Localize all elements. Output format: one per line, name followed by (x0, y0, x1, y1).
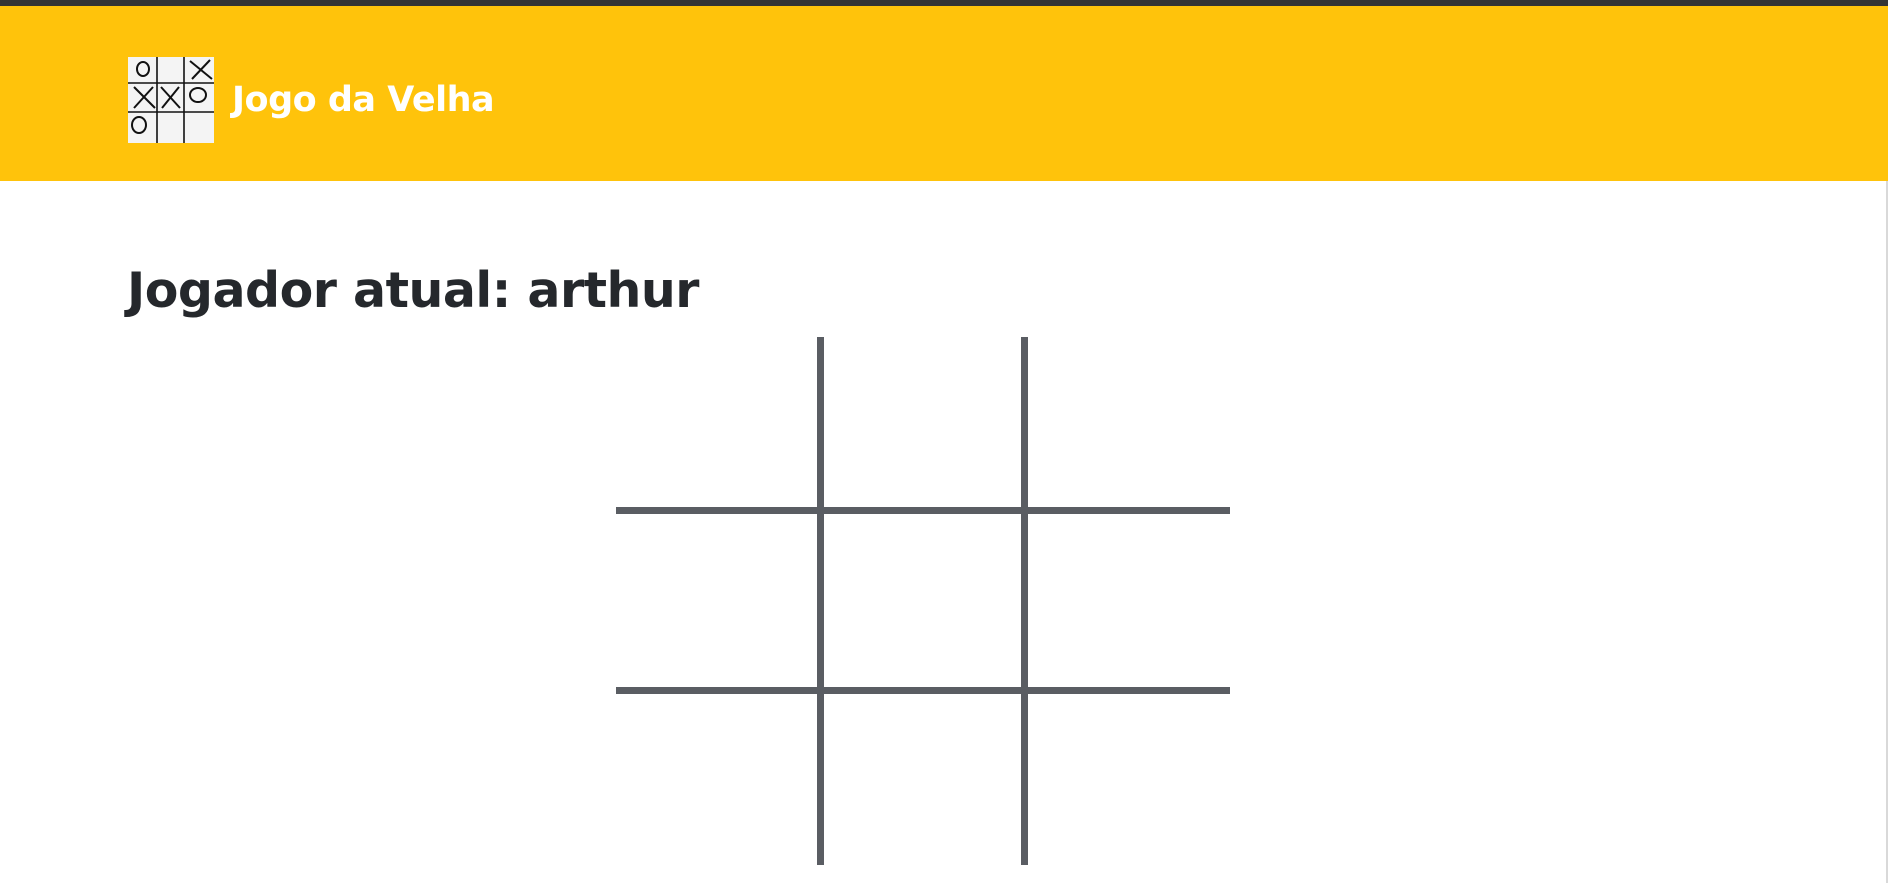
board-cell-8[interactable] (1028, 694, 1230, 865)
board-cell-3[interactable] (616, 514, 817, 687)
board-cell-0[interactable] (616, 337, 817, 507)
board-cell-2[interactable] (1028, 337, 1230, 507)
app-title: Jogo da Velha (232, 80, 495, 120)
board-line-vertical-right (1021, 337, 1028, 865)
brand[interactable]: Jogo da Velha (128, 57, 495, 143)
board-cell-7[interactable] (824, 694, 1021, 865)
app-header: Jogo da Velha (0, 6, 1888, 181)
board-line-horizontal-bottom (616, 687, 1230, 694)
board-cell-1[interactable] (824, 337, 1021, 507)
tic-tac-toe-logo-icon (128, 57, 214, 143)
game-board (616, 337, 1230, 865)
board-line-horizontal-top (616, 507, 1230, 514)
board-cell-4[interactable] (824, 514, 1021, 687)
board-cell-6[interactable] (616, 694, 817, 865)
current-player-status: Jogador atual: arthur (127, 262, 699, 319)
board-line-vertical-left (817, 337, 824, 865)
board-cell-5[interactable] (1028, 514, 1230, 687)
